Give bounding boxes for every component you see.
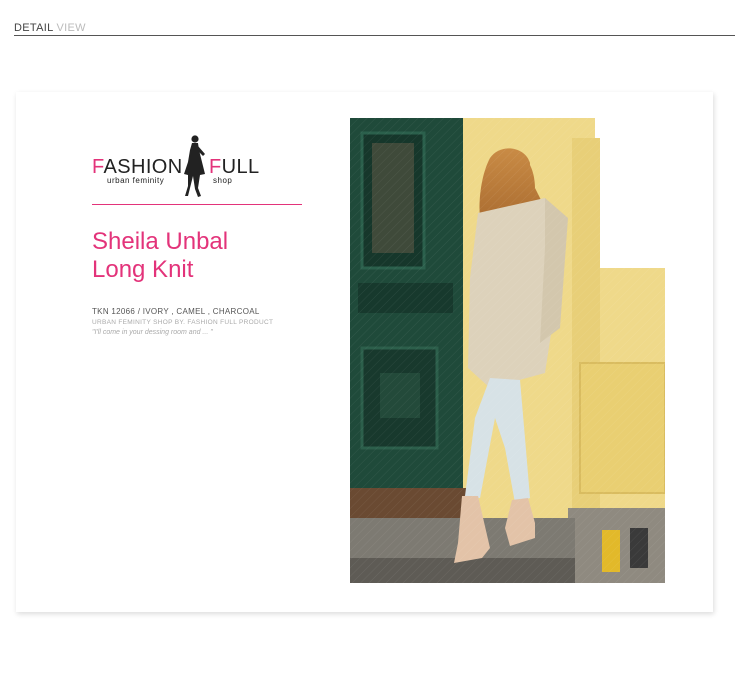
product-photo bbox=[350, 118, 665, 583]
logo-tagline-right: shop bbox=[213, 176, 233, 185]
product-code: TKN 12066 / IVORY , CAMEL , CHARCOAL bbox=[92, 307, 260, 316]
product-title: Sheila Unbal Long Knit bbox=[92, 228, 228, 284]
header-subtitle: VIEW bbox=[56, 22, 86, 34]
section-header: DETAIL VIEW bbox=[14, 18, 735, 36]
product-title-line2: Long Knit bbox=[92, 256, 194, 283]
product-brand-line: URBAN FEMINITY SHOP BY. FASHION FULL PRO… bbox=[92, 319, 274, 326]
header-title: DETAIL bbox=[14, 22, 54, 34]
product-quote: "I'll come in your dessing room and ... … bbox=[92, 329, 213, 336]
logo-tagline-left: urban feminity bbox=[107, 176, 165, 185]
product-title-line1: Sheila Unbal bbox=[92, 228, 229, 255]
pink-divider bbox=[92, 204, 302, 205]
woman-silhouette-icon bbox=[184, 135, 205, 197]
brand-logo: FULLASHION FULL urban feminity shop bbox=[92, 134, 267, 198]
